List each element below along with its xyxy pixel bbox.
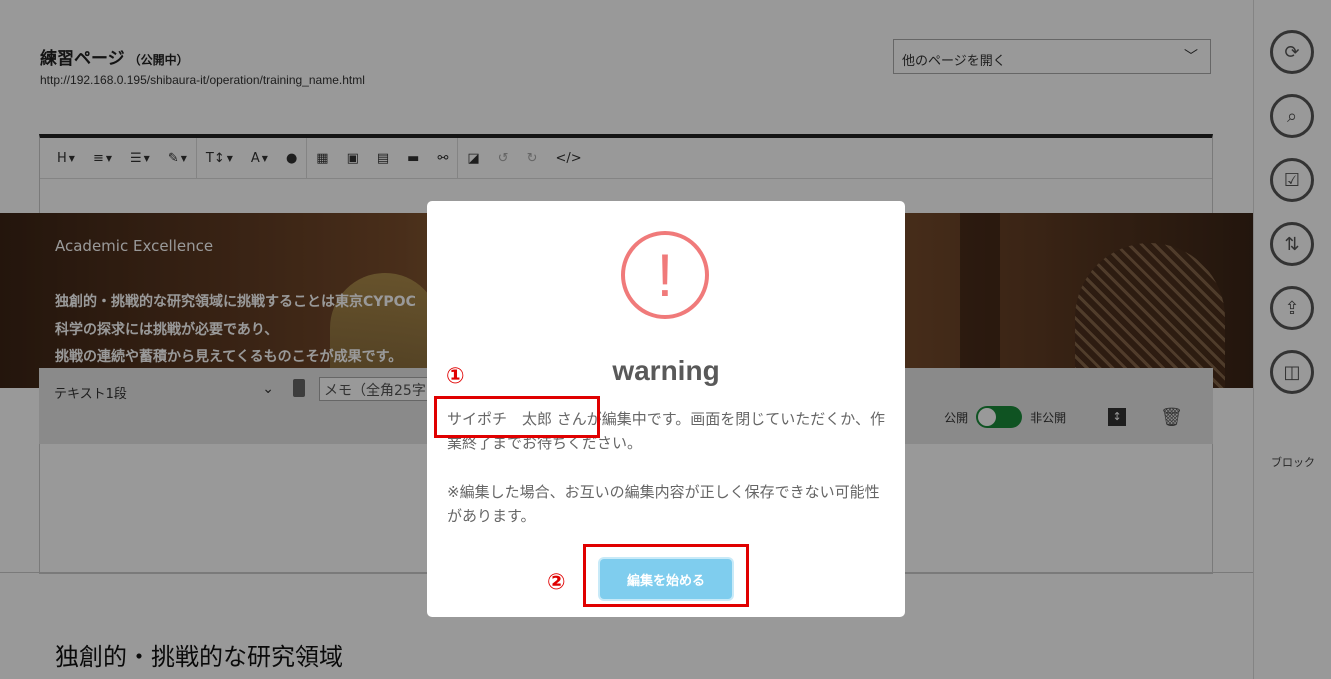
annotation-marker-1: ① [446,364,465,389]
highlight-user-name [434,396,600,438]
dialog-note: ※編集した場合、お互いの編集内容が正しく保存できない可能性があります。 [447,483,880,525]
annotation-marker-2: ② [547,570,566,595]
dialog-title: warning [612,355,720,386]
warning-icon: ! [621,231,709,319]
highlight-start-button [583,544,749,607]
